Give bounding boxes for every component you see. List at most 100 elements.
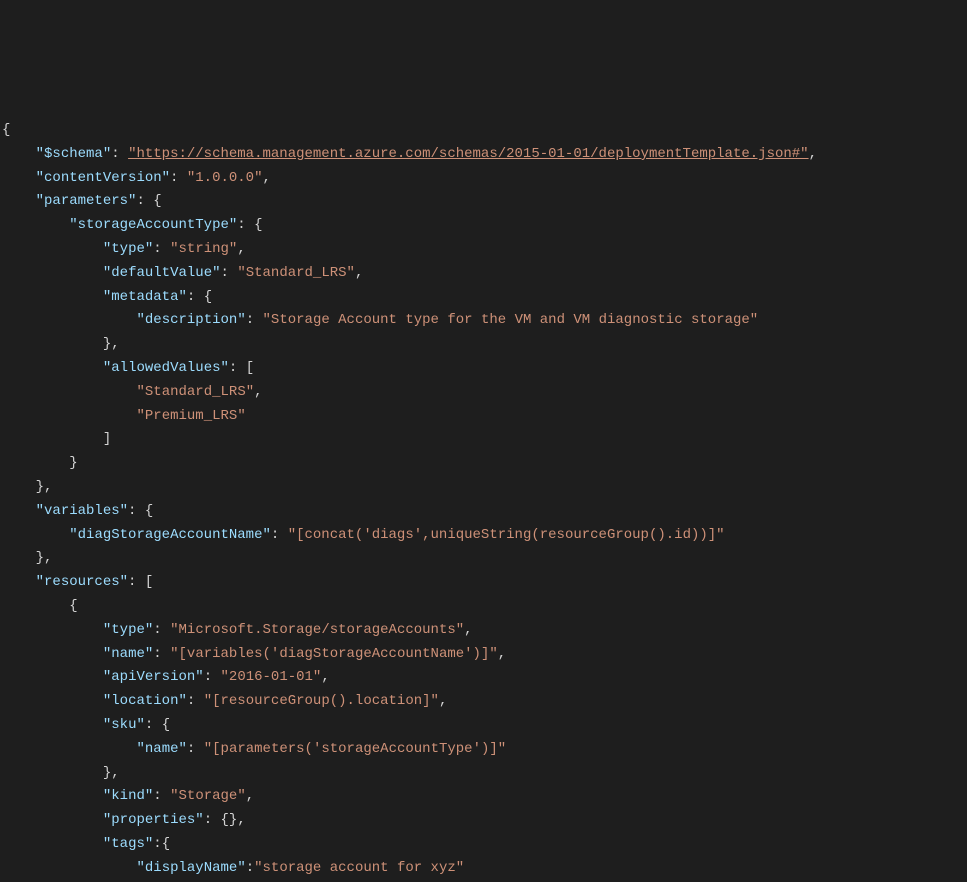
token-key: "type" (103, 241, 153, 257)
token-colon: : (153, 646, 170, 662)
code-line[interactable]: "kind": "Storage", (2, 785, 967, 809)
code-line[interactable]: "description": "Storage Account type for… (2, 309, 967, 333)
code-line[interactable]: "type": "Microsoft.Storage/storageAccoun… (2, 619, 967, 643)
token-key: "diagStorageAccountName" (69, 527, 271, 543)
code-line[interactable]: "Standard_LRS", (2, 381, 967, 405)
token-key: "name" (137, 741, 187, 757)
token-key: "kind" (103, 788, 153, 804)
code-line[interactable]: "Premium_LRS" (2, 405, 967, 429)
token-string: "Microsoft.Storage/storageAccounts" (170, 622, 464, 638)
token-key: "sku" (103, 717, 145, 733)
token-brace: { (69, 598, 77, 614)
token-key: "storageAccountType" (69, 217, 237, 233)
token-string: "Storage" (170, 788, 246, 804)
token-punct: , (355, 265, 363, 281)
token-colon: : (187, 741, 204, 757)
code-line[interactable]: "resources": [ (2, 571, 967, 595)
token-colon: : (187, 289, 204, 305)
token-punct: , (809, 146, 817, 162)
token-colon: : (246, 312, 263, 328)
code-line[interactable]: "apiVersion": "2016-01-01", (2, 666, 967, 690)
code-line[interactable]: "name": "[parameters('storageAccountType… (2, 738, 967, 762)
code-line[interactable]: ] (2, 428, 967, 452)
token-brace: { (153, 193, 161, 209)
token-string: "[concat('diags',uniqueString(resourceGr… (288, 527, 725, 543)
token-brace: {} (221, 812, 238, 828)
token-punct: , (321, 669, 329, 685)
token-brace: { (254, 217, 262, 233)
code-line[interactable]: "diagStorageAccountName": "[concat('diag… (2, 524, 967, 548)
token-brace: { (162, 836, 170, 852)
code-line[interactable]: }, (2, 333, 967, 357)
token-string: "storage account for xyz" (254, 860, 464, 876)
token-key: "parameters" (36, 193, 137, 209)
code-line[interactable]: }, (2, 762, 967, 786)
token-punct: , (254, 384, 262, 400)
token-colon: : (204, 812, 221, 828)
code-line[interactable]: }, (2, 476, 967, 500)
code-line[interactable]: "parameters": { (2, 190, 967, 214)
token-punct: , (237, 812, 245, 828)
token-colon: : (136, 193, 153, 209)
token-colon: : (128, 503, 145, 519)
schema-url-link[interactable]: "https://schema.management.azure.com/sch… (128, 146, 809, 162)
token-key: "$schema" (36, 146, 112, 162)
token-key: "tags" (103, 836, 153, 852)
token-string: "Standard_LRS" (137, 384, 255, 400)
code-line[interactable]: "location": "[resourceGroup().location]"… (2, 690, 967, 714)
token-colon: : (145, 717, 162, 733)
token-colon: : (153, 622, 170, 638)
code-line[interactable]: "storageAccountType": { (2, 214, 967, 238)
code-line[interactable]: } (2, 452, 967, 476)
code-line[interactable]: "metadata": { (2, 286, 967, 310)
token-string: "Storage Account type for the VM and VM … (263, 312, 759, 328)
token-string: "[parameters('storageAccountType')]" (204, 741, 506, 757)
code-line[interactable]: "defaultValue": "Standard_LRS", (2, 262, 967, 286)
token-colon: : (237, 217, 254, 233)
token-string: "1.0.0.0" (187, 170, 263, 186)
token-colon: : (153, 788, 170, 804)
code-line[interactable]: "sku": { (2, 714, 967, 738)
token-brace: { (145, 503, 153, 519)
token-colon: : (221, 265, 238, 281)
token-string: "Premium_LRS" (137, 408, 246, 424)
token-brace: } (36, 479, 44, 495)
token-key: "variables" (36, 503, 128, 519)
token-key: "contentVersion" (36, 170, 170, 186)
token-brace: { (2, 122, 10, 138)
token-punct: , (262, 170, 270, 186)
token-key: "displayName" (137, 860, 246, 876)
code-line[interactable]: "allowedValues": [ (2, 357, 967, 381)
code-line[interactable]: "tags":{ (2, 833, 967, 857)
code-line[interactable]: { (2, 119, 967, 143)
token-key: "defaultValue" (103, 265, 221, 281)
token-colon: : (271, 527, 288, 543)
token-string: "[variables('diagStorageAccountName')]" (170, 646, 498, 662)
code-line[interactable]: }, (2, 547, 967, 571)
token-colon: : (153, 241, 170, 257)
code-line[interactable]: "properties": {}, (2, 809, 967, 833)
token-colon: : (187, 693, 204, 709)
token-punct: , (111, 336, 119, 352)
token-punct: , (439, 693, 447, 709)
token-string: "[resourceGroup().location]" (204, 693, 439, 709)
token-colon: : (246, 860, 254, 876)
code-line[interactable]: "variables": { (2, 500, 967, 524)
code-line[interactable]: } (2, 880, 967, 882)
code-line[interactable]: "type": "string", (2, 238, 967, 262)
token-string: "2016-01-01" (221, 669, 322, 685)
token-colon: : (128, 574, 145, 590)
code-line[interactable]: "contentVersion": "1.0.0.0", (2, 167, 967, 191)
token-key: "properties" (103, 812, 204, 828)
code-editor[interactable]: { "$schema": "https://schema.management.… (0, 119, 967, 882)
code-line[interactable]: "displayName":"storage account for xyz" (2, 857, 967, 881)
code-line[interactable]: "name": "[variables('diagStorageAccountN… (2, 643, 967, 667)
token-brace: ] (103, 431, 111, 447)
token-brace: [ (246, 360, 254, 376)
code-line[interactable]: { (2, 595, 967, 619)
token-colon: : (170, 170, 187, 186)
code-line[interactable]: "$schema": "https://schema.management.az… (2, 143, 967, 167)
token-key: "metadata" (103, 289, 187, 305)
token-punct: , (237, 241, 245, 257)
token-brace: { (204, 289, 212, 305)
